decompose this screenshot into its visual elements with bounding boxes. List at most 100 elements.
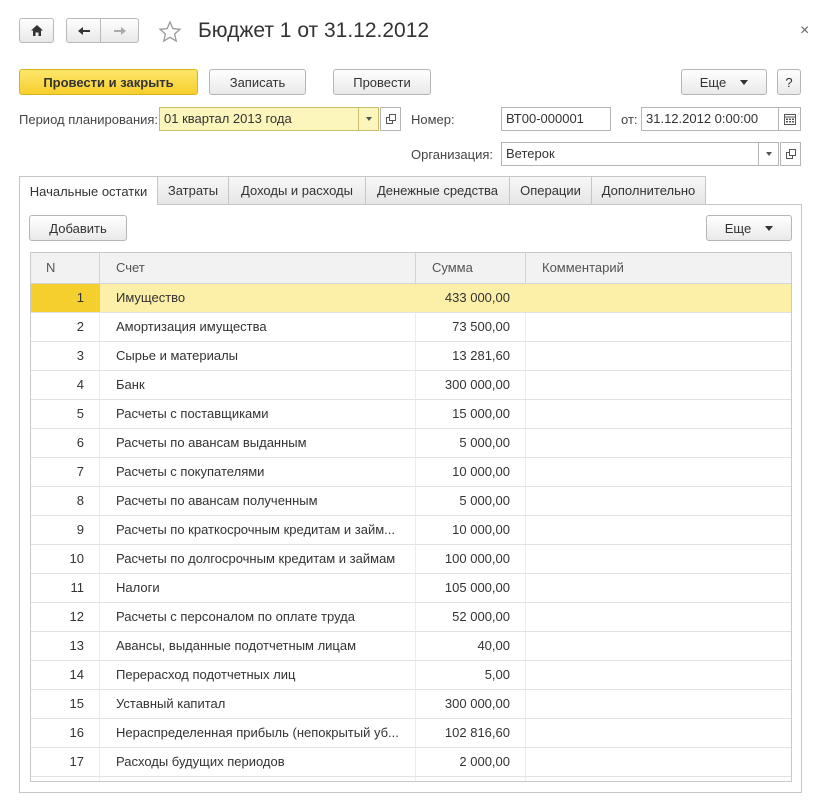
- cell-comment: [526, 400, 791, 428]
- cell-comment: [526, 458, 791, 486]
- chevron-down-icon: [365, 117, 372, 121]
- cell-comment: [526, 516, 791, 544]
- open-form-icon: [385, 114, 396, 124]
- back-button[interactable]: [66, 18, 101, 43]
- cell-sum: 52 000,00: [452, 609, 510, 624]
- post-button[interactable]: Провести: [333, 69, 431, 95]
- close-icon[interactable]: ×: [800, 22, 809, 40]
- cell-n: 14: [69, 667, 84, 682]
- period-label: Период планирования:: [19, 112, 159, 127]
- table-row[interactable]: 13 Авансы, выданные подотчетным лицам 40,0…: [31, 632, 791, 661]
- cell-comment: [526, 632, 791, 660]
- cell-account: Расчеты по авансам полученным: [116, 493, 318, 508]
- chevron-down-icon: [765, 225, 774, 231]
- table-row[interactable]: 6 Расчеты по авансам выданным 5 000,00: [31, 429, 791, 458]
- organization-field[interactable]: Ветерок: [501, 142, 759, 166]
- table-row[interactable]: 16 Нераспределенная прибыль (непокрытый у…: [31, 719, 791, 748]
- table-row[interactable]: 14 Перерасход подотчетных лиц 5,00: [31, 661, 791, 690]
- table-row[interactable]: 17 Расходы будущих периодов 2 000,00: [31, 748, 791, 777]
- organization-open-button[interactable]: [780, 142, 801, 166]
- window-title: Бюджет 1 от 31.12.2012: [198, 19, 430, 42]
- save-button[interactable]: Записать: [209, 69, 306, 95]
- period-field[interactable]: 01 квартал 2013 года: [159, 107, 359, 131]
- cell-n: 7: [76, 464, 84, 479]
- table-header: N Счет Сумма Комментарий: [31, 253, 791, 284]
- table-more-label: Еще: [724, 220, 752, 236]
- post-and-close-button[interactable]: Провести и закрыть: [19, 69, 198, 95]
- more-menu-label: Еще: [699, 74, 727, 90]
- cell-n: 2: [76, 319, 84, 334]
- calendar-icon: [783, 113, 796, 125]
- cell-sum: 15 000,00: [452, 406, 510, 421]
- forward-button[interactable]: [100, 18, 139, 43]
- tab-operations[interactable]: Операции: [509, 176, 592, 204]
- tab-income-expenses[interactable]: Доходы и расходы: [228, 176, 366, 204]
- cell-n: 9: [76, 522, 84, 537]
- date-field[interactable]: 31.12.2012 0:00:00: [641, 107, 779, 131]
- favorite-star-icon[interactable]: [158, 20, 182, 44]
- add-button[interactable]: Добавить: [29, 215, 127, 241]
- table-row[interactable]: 3 Сырье и материалы 13 281,60: [31, 342, 791, 371]
- more-menu-button[interactable]: Еще: [681, 69, 767, 95]
- number-field[interactable]: ВТ00-000001: [501, 107, 611, 131]
- table-row[interactable]: 1 Имущество 433 000,00: [31, 284, 791, 313]
- table-row[interactable]: 11 Налоги 105 000,00: [31, 574, 791, 603]
- cell-sum: 105 000,00: [444, 580, 510, 595]
- cell-comment: [526, 342, 791, 370]
- calendar-button[interactable]: [778, 107, 801, 131]
- tab-costs[interactable]: Затраты: [157, 176, 229, 204]
- cell-comment: [526, 371, 791, 399]
- column-header-n[interactable]: N: [31, 253, 100, 283]
- cell-sum: 5 000,00: [459, 493, 510, 508]
- cell-sum: 433 000,00: [444, 290, 510, 305]
- cell-comment: [526, 429, 791, 457]
- tab-cash[interactable]: Денежные средства: [365, 176, 510, 204]
- cell-comment: [526, 690, 791, 718]
- tab-additional[interactable]: Дополнительно: [591, 176, 706, 204]
- cell-comment: [526, 719, 791, 747]
- cell-n: 15: [69, 696, 84, 711]
- chevron-down-icon: [740, 79, 749, 85]
- cell-account: Расчеты с поставщиками: [116, 406, 269, 421]
- table-row[interactable]: 5 Расчеты с поставщиками 15 000,00: [31, 400, 791, 429]
- cell-account: Расходы будущих периодов: [116, 754, 285, 769]
- cell-n: 11: [70, 580, 85, 595]
- tab-opening-balances[interactable]: Начальные остатки: [19, 176, 158, 205]
- table-row[interactable]: 4 Банк 300 000,00: [31, 371, 791, 400]
- column-header-sum[interactable]: Сумма: [416, 253, 526, 283]
- help-button[interactable]: ?: [777, 69, 801, 95]
- cell-sum: 2 000,00: [459, 754, 510, 769]
- balances-table[interactable]: N Счет Сумма Комментарий 1 Имущество 433 0…: [30, 252, 792, 782]
- table-row[interactable]: 7 Расчеты с покупателями 10 000,00: [31, 458, 791, 487]
- period-dropdown-button[interactable]: [358, 107, 379, 131]
- cell-account: Перерасход подотчетных лиц: [116, 667, 296, 682]
- cell-account: Уставный капитал: [116, 696, 226, 711]
- table-row[interactable]: 12 Расчеты с персоналом по оплате труда 52…: [31, 603, 791, 632]
- cell-account: Расчеты с персоналом по оплате труда: [116, 609, 355, 624]
- number-label: Номер:: [411, 112, 455, 127]
- cell-sum: 102 816,60: [444, 725, 510, 740]
- cell-account: Амортизация имущества: [116, 319, 267, 334]
- cell-comment: [526, 603, 791, 631]
- table-row[interactable]: 9 Расчеты по краткосрочным кредитам и зай…: [31, 516, 791, 545]
- cell-sum: 73 500,00: [452, 319, 510, 334]
- cell-n: 5: [76, 406, 84, 421]
- table-row[interactable]: 8 Расчеты по авансам полученным 5 000,00: [31, 487, 791, 516]
- period-open-button[interactable]: [380, 107, 401, 131]
- open-form-icon: [785, 149, 796, 159]
- cell-account: Авансы, выданные подотчетным лицам: [116, 638, 357, 653]
- column-header-comment[interactable]: Комментарий: [526, 253, 791, 283]
- cell-sum: 100 000,00: [444, 551, 510, 566]
- cell-comment: [526, 313, 791, 341]
- table-row[interactable]: 10 Расчеты по долгосрочным кредитам и зай…: [31, 545, 791, 574]
- table-more-button[interactable]: Еще: [706, 215, 792, 241]
- cell-n: 6: [76, 435, 84, 450]
- table-row[interactable]: 2 Амортизация имущества 73 500,00: [31, 313, 791, 342]
- arrow-left-icon: [77, 26, 90, 35]
- column-header-account[interactable]: Счет: [100, 253, 416, 283]
- cell-comment: [526, 545, 791, 573]
- table-row[interactable]: 15 Уставный капитал 300 000,00: [31, 690, 791, 719]
- cell-account: Расчеты по долгосрочным кредитам и займа…: [116, 551, 396, 566]
- home-button[interactable]: [19, 18, 54, 43]
- organization-dropdown-button[interactable]: [758, 142, 779, 166]
